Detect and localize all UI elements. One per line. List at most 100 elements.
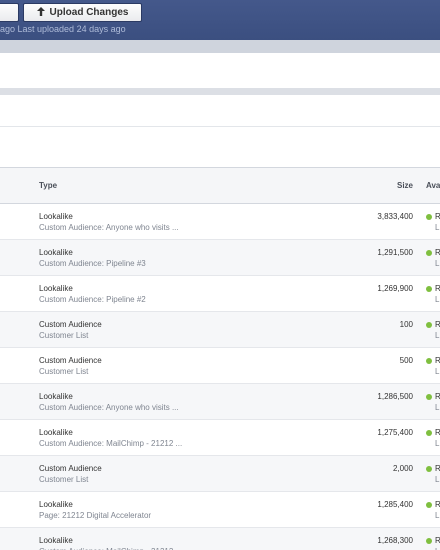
- table-row[interactable]: Custom Audience Customer List 100 R L: [0, 312, 440, 348]
- audience-source: Custom Audience: Pipeline #2: [39, 295, 146, 304]
- type-cell: Lookalike Custom Audience: Anyone who vis…: [39, 391, 254, 413]
- column-header-size[interactable]: Size: [340, 168, 413, 204]
- table-row[interactable]: Custom Audience Customer List 500 R L: [0, 348, 440, 384]
- availability-detail: L: [435, 331, 440, 340]
- availability-detail: L: [435, 475, 440, 484]
- availability-detail: L: [435, 403, 440, 412]
- availability-detail: L: [435, 511, 440, 520]
- type-cell: Lookalike Custom Audience: Pipeline #2: [39, 283, 254, 305]
- audience-source: Custom Audience: Pipeline #3: [39, 259, 146, 268]
- audience-size: 1,291,500: [377, 248, 413, 257]
- availability-detail: L: [426, 546, 440, 550]
- status-dot-icon: [426, 249, 432, 256]
- availability-label: R: [435, 320, 440, 329]
- table-body: Lookalike Custom Audience: Anyone who vis…: [0, 204, 440, 550]
- type-cell: Lookalike Page: 21212 Digital Accelerator: [39, 499, 254, 521]
- availability-detail: L: [435, 439, 440, 448]
- audience-source: Page: 21212 Digital Accelerator: [39, 511, 152, 520]
- table-row[interactable]: Lookalike Page: 21212 Digital Accelerator…: [0, 492, 440, 528]
- status-dot-icon: [426, 537, 432, 544]
- audience-size: 1,268,300: [377, 536, 413, 545]
- audience-source: Custom Audience: MailChimp - 21212 ...: [39, 439, 183, 448]
- availability-status: R: [426, 427, 440, 438]
- audience-source: Custom Audience: Anyone who visits ...: [39, 223, 179, 232]
- audience-type: Lookalike: [39, 248, 73, 257]
- availability-label: R: [435, 464, 440, 473]
- audience-type: Lookalike: [39, 500, 73, 509]
- status-dot-icon: [426, 357, 432, 364]
- availability-status: R: [426, 463, 440, 474]
- audience-type: Custom Audience: [39, 320, 102, 329]
- audience-type: Lookalike: [39, 428, 73, 437]
- audience-source: Customer List: [39, 475, 89, 484]
- availability-status: R: [426, 355, 440, 366]
- toolbar-button[interactable]: [0, 3, 19, 22]
- status-dot-icon: [426, 321, 432, 328]
- type-cell: Lookalike Custom Audience: Anyone who vis…: [39, 211, 254, 233]
- availability-cell: RL: [426, 535, 440, 550]
- audience-type: Custom Audience: [39, 464, 102, 473]
- audience-type: Lookalike: [39, 536, 73, 545]
- type-cell: Lookalike Custom Audience: Pipeline #3: [39, 247, 254, 269]
- filter-bar: [0, 95, 440, 127]
- audience-size: 1,285,400: [377, 500, 413, 509]
- type-cell: Custom Audience Customer List: [39, 463, 254, 485]
- type-cell: Custom Audience Customer List: [39, 319, 254, 341]
- type-cell: LookalikeCustom Audience: MailChimp - 21…: [39, 535, 254, 550]
- availability-cell: RL: [426, 247, 440, 269]
- upload-changes-button[interactable]: Upload Changes: [23, 3, 142, 22]
- arrow-up-icon: [36, 7, 45, 18]
- table-row[interactable]: Lookalike Custom Audience: Pipeline #2 1,2…: [0, 276, 440, 312]
- availability-detail: L: [435, 367, 440, 376]
- availability-detail: L: [435, 259, 440, 268]
- table-row[interactable]: LookalikeCustom Audience: MailChimp - 21…: [0, 528, 440, 550]
- table-row[interactable]: Lookalike Custom Audience: MailChimp - 21…: [0, 420, 440, 456]
- audience-type: Lookalike: [39, 212, 73, 221]
- audience-size: 3,833,400: [377, 212, 413, 221]
- availability-label: R: [435, 248, 440, 257]
- availability-label: R: [435, 428, 440, 437]
- audience-size: 100: [399, 320, 413, 329]
- audience-size: 1,269,900: [377, 284, 413, 293]
- availability-cell: RL: [426, 319, 440, 341]
- availability-status: R: [426, 247, 440, 258]
- availability-cell: RL: [426, 391, 440, 413]
- audience-source: Customer List: [39, 331, 89, 340]
- table-row[interactable]: Lookalike Custom Audience: Pipeline #3 1,2…: [0, 240, 440, 276]
- availability-label: R: [435, 536, 440, 545]
- upload-changes-label: Upload Changes: [49, 7, 129, 18]
- table-header: Type Size Ava: [0, 167, 440, 204]
- availability-label: R: [435, 284, 440, 293]
- availability-status: R: [426, 319, 440, 330]
- availability-status: R: [426, 283, 440, 294]
- availability-cell: RL: [426, 463, 440, 485]
- top-header: Upload Changes ago Last uploaded 24 days…: [0, 0, 440, 40]
- type-cell: Custom Audience Customer List: [39, 355, 254, 377]
- availability-status: R: [426, 211, 440, 222]
- availability-detail: L: [435, 223, 440, 232]
- column-header-availability[interactable]: Ava: [426, 168, 440, 204]
- status-dot-icon: [426, 465, 432, 472]
- table-spacer: [0, 127, 440, 167]
- audience-type: Lookalike: [39, 392, 73, 401]
- status-dot-icon: [426, 393, 432, 400]
- audience-size: 500: [399, 356, 413, 365]
- availability-label: R: [435, 212, 440, 221]
- column-header-type[interactable]: Type: [39, 168, 57, 204]
- audience-type: Custom Audience: [39, 356, 102, 365]
- header-divider: [0, 40, 440, 53]
- availability-cell: RL: [426, 355, 440, 377]
- table-row[interactable]: Custom Audience Customer List 2,000 R L: [0, 456, 440, 492]
- last-uploaded-status: ago Last uploaded 24 days ago: [0, 24, 126, 34]
- availability-status: R: [426, 535, 440, 546]
- status-dot-icon: [426, 501, 432, 508]
- audience-size: 1,275,400: [377, 428, 413, 437]
- availability-status: R: [426, 499, 440, 510]
- availability-label: R: [435, 392, 440, 401]
- audience-type: Lookalike: [39, 284, 73, 293]
- table-row[interactable]: Lookalike Custom Audience: Anyone who vis…: [0, 384, 440, 420]
- audiences-table: Type Size Ava Lookalike Custom Audience: …: [0, 167, 440, 550]
- audience-size: 2,000: [392, 464, 413, 473]
- table-row[interactable]: Lookalike Custom Audience: Anyone who vis…: [0, 204, 440, 240]
- audience-source: Custom Audience: Anyone who visits ...: [39, 403, 179, 412]
